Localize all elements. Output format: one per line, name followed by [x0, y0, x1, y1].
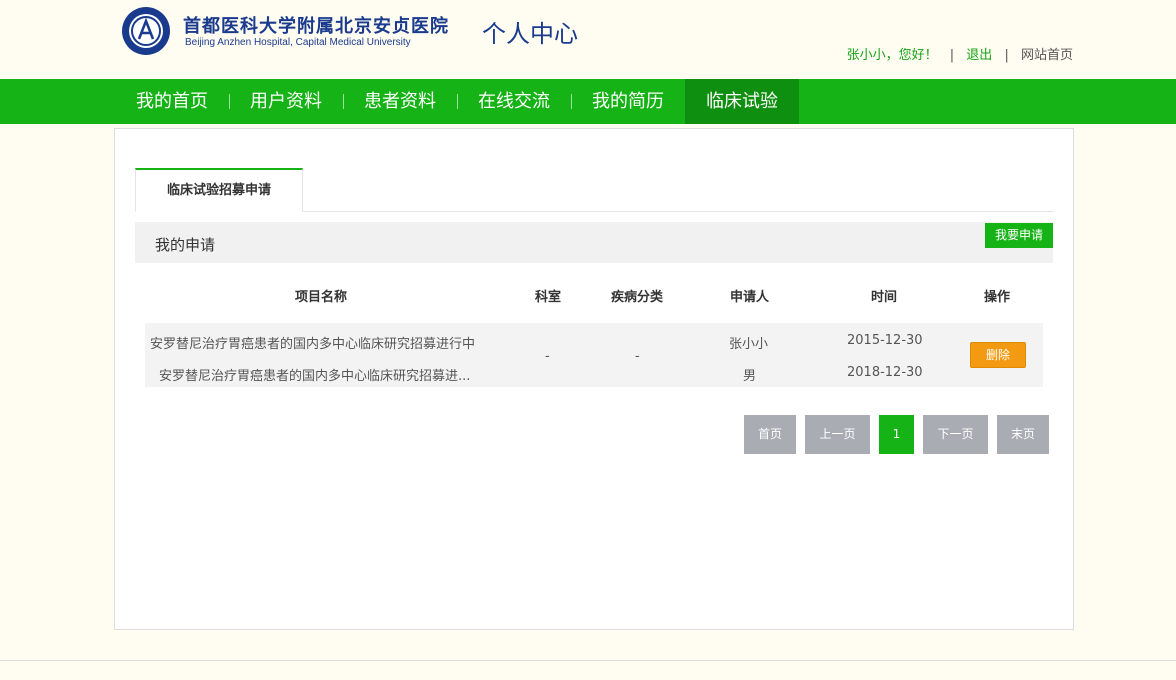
user-bar: 张小小，您好！ | 退出 | 网站首页 [847, 44, 1073, 63]
logout-link[interactable]: 退出 [966, 48, 992, 63]
project-name-secondary[interactable]: 安罗替尼治疗胃癌患者的国内多中心临床研究招募进... [159, 365, 470, 384]
applicant-gender: 男 [743, 369, 757, 384]
nav-item-my-resume[interactable]: 我的简历 [571, 79, 685, 124]
column-header-project: 项目名称 [295, 290, 348, 305]
user-greeting: 张小小，您好！ [846, 48, 938, 63]
hospital-logo-icon [122, 7, 170, 55]
section-title: 个人中心 [482, 20, 578, 48]
column-header-disease-category: 疾病分类 [611, 290, 664, 305]
column-header-department: 科室 [535, 290, 562, 305]
department-value: - [545, 349, 550, 364]
nav-item-user-profile[interactable]: 用户资料 [229, 79, 343, 124]
pagination-next[interactable]: 下一页 [923, 415, 988, 454]
footer-divider [0, 660, 1176, 661]
hospital-name-cn: 首都医科大学附属北京安贞医院 [183, 16, 449, 37]
tab-clinical-trial-application[interactable]: 临床试验招募申请 [135, 168, 303, 212]
separator: | [1004, 48, 1009, 63]
end-date: 2018-12-30 [847, 365, 923, 380]
page-header: 首都医科大学附属北京安贞医院 Beijing Anzhen Hospital, … [0, 0, 1176, 79]
disease-category-value: - [635, 349, 640, 364]
project-name[interactable]: 安罗替尼治疗胃癌患者的国内多中心临床研究招募进行中 [150, 333, 475, 352]
content-panel: 临床试验招募申请 我的申请 我要申请 项目名称 科室 疾病分类 申请人 时间 操… [114, 128, 1074, 630]
column-header-action: 操作 [984, 290, 1011, 305]
separator: | [949, 48, 955, 63]
nav-item-patient-profile[interactable]: 患者资料 [343, 79, 457, 124]
tab-bar: 临床试验招募申请 [135, 168, 1053, 212]
table-row: 安罗替尼治疗胃癌患者的国内多中心临床研究招募进行中 安罗替尼治疗胃癌患者的国内多… [145, 323, 1043, 387]
start-date: 2015-12-30 [847, 333, 923, 348]
nav-item-online-chat[interactable]: 在线交流 [457, 79, 571, 124]
table-header: 项目名称 科室 疾病分类 申请人 时间 操作 [145, 279, 1043, 309]
pagination-current-page[interactable]: 1 [879, 415, 914, 454]
main-nav: 我的首页 用户资料 患者资料 在线交流 我的简历 临床试验 [0, 79, 1176, 124]
my-applications-title: 我的申请 [155, 236, 216, 254]
apply-button[interactable]: 我要申请 [985, 223, 1053, 248]
pagination-last[interactable]: 末页 [997, 415, 1049, 454]
my-applications-header: 我的申请 [135, 222, 1053, 263]
delete-button[interactable]: 删除 [970, 342, 1026, 368]
site-home-link[interactable]: 网站首页 [1021, 48, 1073, 63]
column-header-time: 时间 [871, 290, 898, 305]
nav-item-my-home[interactable]: 我的首页 [115, 79, 229, 124]
applicant-name: 张小小 [729, 337, 769, 352]
nav-item-clinical-trials[interactable]: 临床试验 [685, 79, 799, 124]
hospital-name-en: Beijing Anzhen Hospital, Capital Medical… [185, 37, 411, 48]
column-header-applicant: 申请人 [730, 290, 770, 305]
pagination-prev[interactable]: 上一页 [805, 415, 870, 454]
pagination-first[interactable]: 首页 [744, 415, 796, 454]
